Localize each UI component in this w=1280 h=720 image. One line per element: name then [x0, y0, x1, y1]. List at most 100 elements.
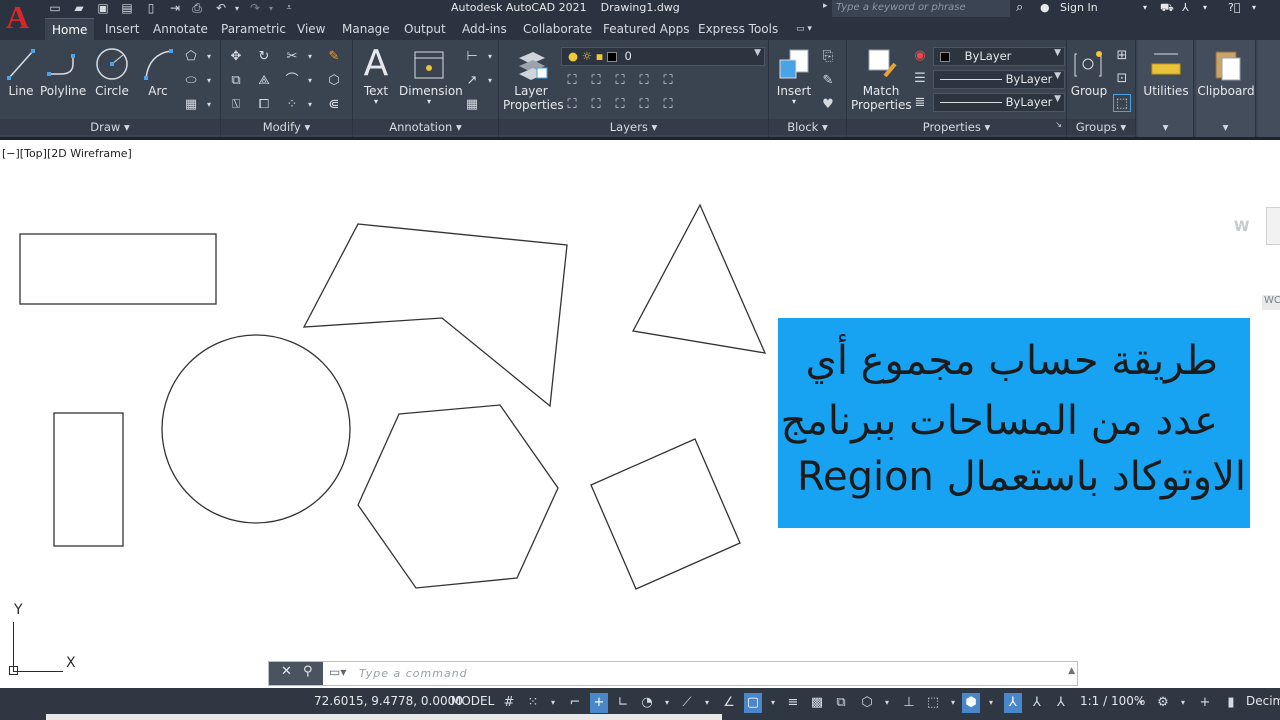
rectangle-shape[interactable]: [19, 233, 217, 305]
modify-panel-title[interactable]: Modify ▾: [221, 119, 352, 135]
units-label[interactable]: Decim: [1246, 694, 1280, 708]
autocad-logo-icon[interactable]: A: [0, 0, 40, 40]
layer-properties-tool[interactable]: Layer Properties: [503, 46, 564, 112]
layer-tool-3-icon[interactable]: ⛶: [611, 72, 629, 90]
circle-tool[interactable]: Circle: [92, 46, 132, 98]
gizmo-icon[interactable]: ⬢: [962, 693, 980, 713]
3d-osnap-icon[interactable]: ⬡: [858, 693, 876, 713]
array-icon[interactable]: ⁘: [283, 96, 301, 114]
3d-osnap-dropdown-icon[interactable]: ▾: [878, 693, 896, 713]
layer-dropdown[interactable]: ● ☼ ▪ 0 ▼: [561, 47, 765, 66]
mirror-icon[interactable]: ⟁: [255, 72, 273, 90]
text-dropdown-icon[interactable]: ▾: [359, 98, 393, 106]
annotation-scale-dropdown-icon[interactable]: ▾: [1132, 693, 1150, 713]
tab-add-ins[interactable]: Add-ins: [462, 18, 507, 40]
wcs-menu-label[interactable]: WC: [1262, 295, 1280, 310]
tall-rectangle-shape[interactable]: [53, 412, 124, 547]
table-icon[interactable]: ▦: [463, 96, 481, 114]
redo-icon[interactable]: ↷: [248, 2, 262, 15]
color-dropdown[interactable]: ByLayer ▼: [933, 47, 1065, 66]
rectangle-polygon-icon[interactable]: ⬠: [182, 48, 200, 66]
workspace-gear-icon[interactable]: ⚙: [1154, 693, 1172, 713]
quadrilateral-shape[interactable]: [302, 223, 568, 408]
isodraft-dropdown-icon[interactable]: ▾: [698, 693, 716, 713]
customize-qat-icon[interactable]: ⩡: [282, 2, 296, 15]
viewcube-face[interactable]: [1266, 207, 1280, 245]
object-snap-dropdown-icon[interactable]: ▾: [764, 693, 782, 713]
scale-icon[interactable]: ⧠: [255, 96, 273, 114]
workspace-dropdown-icon[interactable]: ▾: [1174, 693, 1192, 713]
move-icon[interactable]: ✥: [227, 48, 245, 66]
tab-annotate[interactable]: Annotate: [153, 18, 208, 40]
line-tool[interactable]: Line: [4, 46, 38, 98]
utilities-tool[interactable]: Utilities: [1138, 46, 1194, 98]
tab-collaborate[interactable]: Collaborate: [523, 18, 592, 40]
text-tool[interactable]: A Text ▾: [359, 46, 393, 106]
tab-insert[interactable]: Insert: [105, 18, 139, 40]
user-icon[interactable]: ●: [1040, 1, 1050, 14]
hatch-dropdown-icon[interactable]: ▾: [200, 96, 218, 114]
autodesk-app-icon[interactable]: ⅄: [1182, 1, 1189, 14]
object-snap-tracking-icon[interactable]: ∠: [720, 693, 738, 713]
plot-icon[interactable]: ⎙: [190, 2, 204, 15]
layer-tool-2-icon[interactable]: ⛶: [587, 72, 605, 90]
dynamic-ucs-icon[interactable]: ⊥: [900, 693, 918, 713]
sign-in-dropdown-icon[interactable]: ▾: [1143, 3, 1147, 12]
trim-icon[interactable]: ✂: [283, 48, 301, 66]
insert-dropdown-icon[interactable]: ▾: [773, 98, 815, 106]
snap-icon[interactable]: ⁙: [524, 693, 542, 713]
group-edit-icon[interactable]: ⊡: [1113, 70, 1131, 88]
save-icon[interactable]: ▣: [96, 2, 110, 15]
layer-tool-8-icon[interactable]: ⛶: [611, 96, 629, 114]
open-file-icon[interactable]: ▰: [72, 2, 86, 15]
tab-parametric[interactable]: Parametric: [221, 18, 286, 40]
undo-icon[interactable]: ↶: [214, 2, 228, 15]
object-snap-icon[interactable]: ▢: [744, 693, 762, 713]
annotation-monitor-icon[interactable]: +: [1196, 693, 1214, 713]
tab-manage[interactable]: Manage: [342, 18, 390, 40]
units-icon[interactable]: ▮: [1222, 693, 1240, 713]
grid-icon[interactable]: #: [500, 693, 518, 713]
snap-dropdown-icon[interactable]: ▾: [544, 693, 562, 713]
triangle-shape[interactable]: [632, 203, 767, 354]
annotation-scale-icon[interactable]: ⅄: [1052, 693, 1070, 713]
tab-express-tools[interactable]: Express Tools: [698, 18, 778, 40]
cart-icon[interactable]: ⛟: [1160, 1, 1174, 16]
polyline-tool[interactable]: Polyline: [40, 46, 86, 98]
search-expand-icon[interactable]: ▸: [823, 1, 828, 11]
lineweight-dropdown[interactable]: ByLayer ▼: [933, 93, 1065, 112]
ellipse-icon[interactable]: ⬭: [182, 72, 200, 90]
layer-tool-4-icon[interactable]: ⛶: [635, 72, 653, 90]
edit-block-icon[interactable]: ✎: [819, 72, 837, 90]
new-file-icon[interactable]: ▭: [48, 2, 62, 15]
model-space-button[interactable]: MODEL: [451, 694, 494, 708]
square-shape[interactable]: [590, 438, 741, 590]
color-wheel-icon[interactable]: ◉: [911, 47, 929, 65]
hatch-icon[interactable]: ▦: [182, 96, 200, 114]
linear-dim-dropdown-icon[interactable]: ▾: [481, 48, 499, 66]
dimension-dropdown-icon[interactable]: ▾: [399, 98, 459, 106]
linetype-dropdown[interactable]: ByLayer ▼: [933, 70, 1065, 89]
block-panel-title[interactable]: Block ▾: [769, 119, 846, 135]
clipboard-tool[interactable]: Clipboard: [1196, 46, 1256, 98]
undo-dropdown-icon[interactable]: ▾: [230, 2, 244, 15]
array-dropdown-icon[interactable]: ▾: [301, 96, 319, 114]
annotation-panel-title[interactable]: Annotation ▾: [353, 119, 498, 135]
rotate-icon[interactable]: ↻: [255, 48, 273, 66]
redo-dropdown-icon[interactable]: ▾: [264, 2, 278, 15]
draw-panel-title[interactable]: Draw ▾: [0, 119, 220, 135]
ellipse-dropdown-icon[interactable]: ▾: [200, 72, 218, 90]
plot-preview-icon[interactable]: ▯: [144, 2, 158, 15]
copy-icon[interactable]: ⧉: [227, 72, 245, 90]
dynamic-input-icon[interactable]: +: [590, 693, 608, 713]
properties-panel-title[interactable]: Properties ▾ ↘: [847, 119, 1066, 135]
layer-tool-9-icon[interactable]: ⛶: [635, 96, 653, 114]
fillet-icon[interactable]: ⌒: [283, 72, 301, 90]
ungroup-icon[interactable]: ⊞: [1113, 47, 1131, 65]
search-icon[interactable]: ⌕: [1016, 0, 1023, 15]
viewcube-west-label[interactable]: W: [1234, 219, 1249, 235]
polar-dropdown-icon[interactable]: ▾: [658, 693, 676, 713]
autodesk-app-dropdown-icon[interactable]: ▾: [1203, 3, 1207, 12]
polar-tracking-icon[interactable]: ◔: [638, 693, 656, 713]
isodraft-icon[interactable]: ⟋: [678, 693, 696, 713]
